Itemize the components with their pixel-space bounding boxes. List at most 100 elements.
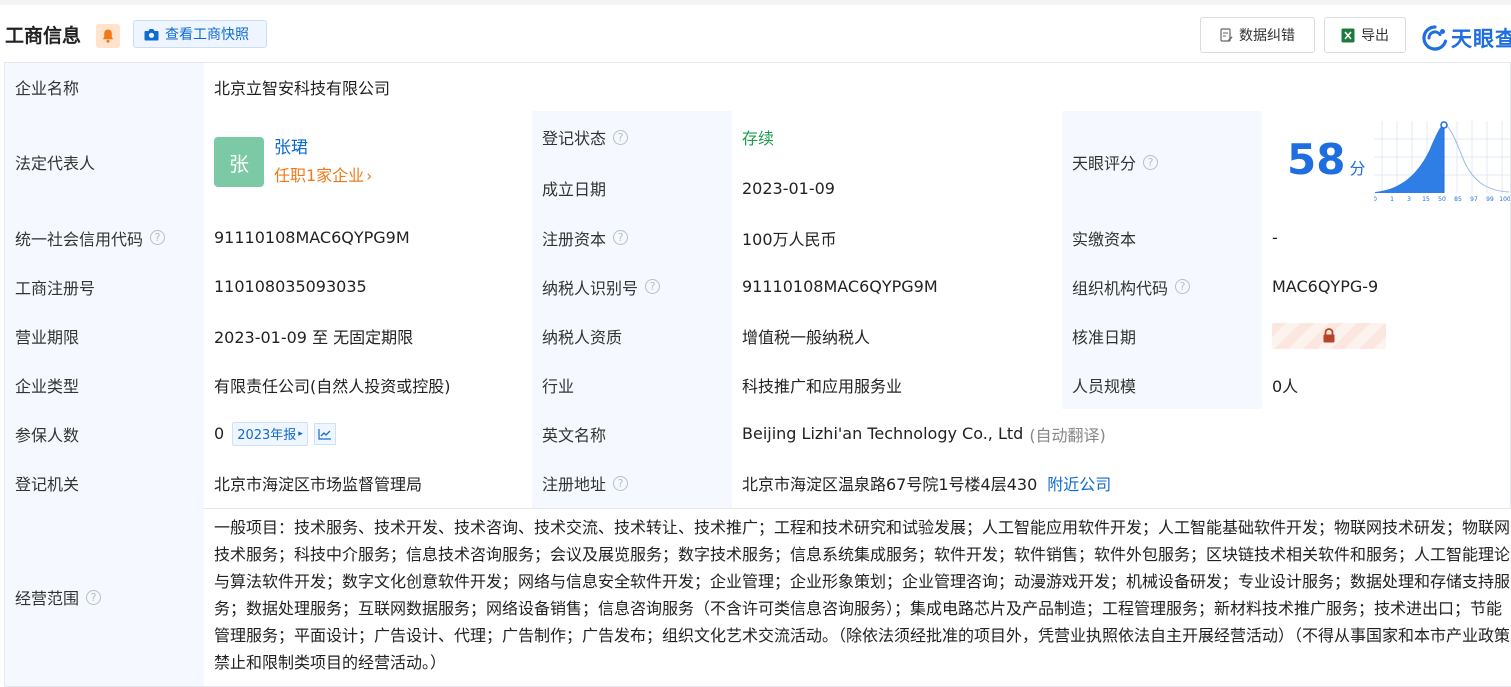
address-value: 北京市海淀区温泉路67号院1号楼4层430 附近公司 [732, 458, 1511, 509]
paid-capital-label-text: 实缴资本 [1072, 229, 1137, 249]
scope-label: 经营范围? [5, 508, 205, 687]
term: 2023-01-09 至 无固定期限 [214, 327, 414, 347]
score-axis-tick: 0 [1374, 196, 1377, 203]
view-snapshot-button[interactable]: 查看工商快照 [133, 20, 267, 48]
caret-right-icon: ▸ [298, 428, 303, 439]
score-label-text: 天眼评分 [1072, 154, 1137, 173]
logo-text: 天眼查 [1451, 27, 1511, 51]
reg-no-label-text: 工商注册号 [15, 278, 96, 298]
industry-value: 科技推广和应用服务业 [732, 360, 1063, 410]
data-correction-button[interactable]: 数据纠错 [1200, 17, 1315, 53]
score-value: 58 [1287, 135, 1346, 184]
tianyancha-logo: 天眼查 [1422, 23, 1511, 53]
bell-icon[interactable] [96, 24, 120, 48]
insured-value: 0 2023年报 ▸ [204, 409, 533, 459]
score-axis-tick: 15 [1422, 196, 1430, 203]
address-label-text: 注册地址 [542, 475, 607, 494]
reg-status-label: 登记状态? [532, 111, 733, 164]
staff-label: 人员规模 [1062, 360, 1263, 410]
reg-status: 存续 [742, 129, 775, 148]
taxpayer-qual-label-text: 纳税人资质 [542, 327, 623, 347]
score-cell[interactable]: 58 分 0 1 3 15 50 85 97 99 100 [1262, 111, 1511, 214]
reg-no-label: 工商注册号 [5, 262, 205, 312]
legal-rep-label: 法定代表人 [5, 111, 205, 214]
legal-rep-positions-link[interactable]: 任职1家企业 › [274, 162, 372, 190]
positions-text: 任职1家企业 [274, 166, 365, 185]
insured-count: 0 [214, 424, 225, 443]
paid-capital-value: - [1262, 213, 1511, 263]
taxpayer-qual: 增值税一般纳税人 [742, 327, 871, 347]
founded-label-text: 成立日期 [542, 180, 607, 199]
taxpayer-id-label: 纳税人识别号? [532, 262, 733, 312]
help-icon[interactable]: ? [1143, 154, 1159, 170]
insured-label-text: 参保人数 [15, 425, 80, 445]
help-icon[interactable]: ? [1175, 279, 1191, 294]
score-axis-tick: 1 [1390, 196, 1394, 203]
address: 北京市海淀区温泉路67号院1号楼4层430 [742, 475, 1038, 494]
logo-mark-icon [1422, 25, 1448, 51]
score-label: 天眼评分? [1062, 111, 1263, 214]
locked-value[interactable] [1272, 322, 1386, 349]
score-axis-tick: 97 [1470, 196, 1478, 203]
help-icon[interactable]: ? [613, 129, 629, 145]
authority-label-text: 登记机关 [15, 475, 80, 494]
address-label: 注册地址? [532, 458, 733, 509]
org-code: MAC6QYPG-9 [1272, 277, 1379, 296]
taxpayer-id-value: 91110108MAC6QYPG9M [732, 262, 1063, 312]
reg-capital-label-text: 注册资本 [542, 229, 607, 249]
trend-chart-button[interactable] [313, 422, 336, 445]
org-code-label: 组织机构代码? [1062, 262, 1263, 312]
score-axis-tick: 100 [1499, 196, 1510, 203]
help-icon[interactable]: ? [150, 230, 166, 245]
approval-label-text: 核准日期 [1072, 327, 1137, 347]
score-axis-tick: 85 [1454, 196, 1462, 203]
credit-code-label: 统一社会信用代码? [5, 213, 205, 263]
report-year: 2023年报 [237, 428, 297, 443]
export-button[interactable]: 导出 [1324, 17, 1406, 53]
staff: 0人 [1272, 376, 1299, 396]
authority: 北京市海淀区市场监督管理局 [214, 475, 423, 494]
approval-date-label: 核准日期 [1062, 311, 1263, 361]
company-name-value: 北京立智安科技有限公司 [204, 63, 1511, 112]
avatar: 张 [214, 137, 264, 187]
lock-icon [1323, 328, 1335, 343]
correction-label: 数据纠错 [1239, 28, 1295, 44]
founded-label: 成立日期 [532, 163, 733, 214]
company-name-label: 企业名称 [5, 63, 205, 112]
reg-no-value: 110108035093035 [204, 262, 533, 312]
approval-date-value [1262, 311, 1511, 361]
score-unit: 分 [1349, 159, 1366, 178]
line-chart-icon [318, 428, 331, 440]
reg-status-label-text: 登记状态 [542, 129, 607, 148]
term-label: 营业期限 [5, 311, 205, 361]
help-icon[interactable]: ? [613, 230, 629, 245]
help-icon[interactable]: ? [645, 279, 661, 294]
type-label-text: 企业类型 [15, 376, 80, 396]
org-code-label-text: 组织机构代码 [1072, 278, 1169, 298]
reg-no: 110108035093035 [214, 277, 367, 296]
credit-code-value: 91110108MAC6QYPG9M [204, 213, 533, 263]
help-icon[interactable]: ? [613, 475, 629, 491]
company-name-label-text: 企业名称 [15, 79, 80, 98]
english-name-value: Beijing Lizhi'an Technology Co., Ltd (自动翻… [732, 409, 1511, 459]
legal-rep-cell: 张 张珺 任职1家企业 › [204, 111, 533, 214]
company-name: 北京立智安科技有限公司 [214, 79, 391, 98]
excel-icon [1341, 28, 1355, 42]
credit-code: 91110108MAC6QYPG9M [214, 228, 410, 247]
nearby-companies-link[interactable]: 附近公司 [1047, 471, 1111, 495]
edit-document-icon [1220, 28, 1233, 42]
annual-report-badge[interactable]: 2023年报 ▸ [232, 421, 308, 446]
industry-label-text: 行业 [542, 376, 575, 396]
term-label-text: 营业期限 [15, 327, 80, 347]
credit-code-label-text: 统一社会信用代码 [15, 229, 144, 249]
english-name-label: 英文名称 [532, 409, 733, 459]
reg-capital-value: 100万人民币 [732, 213, 1063, 263]
help-icon[interactable]: ? [86, 589, 102, 605]
snapshot-label: 查看工商快照 [165, 27, 249, 43]
legal-rep-name-link[interactable]: 张珺 [274, 134, 372, 162]
section-header: 工商信息 查看工商快照 数据纠错 导出 天眼查 [0, 5, 1511, 62]
founded-value: 2023-01-09 [732, 163, 1063, 214]
paid-capital-label: 实缴资本 [1062, 213, 1263, 263]
industry-label: 行业 [532, 360, 733, 410]
english-name-label-text: 英文名称 [542, 425, 607, 445]
